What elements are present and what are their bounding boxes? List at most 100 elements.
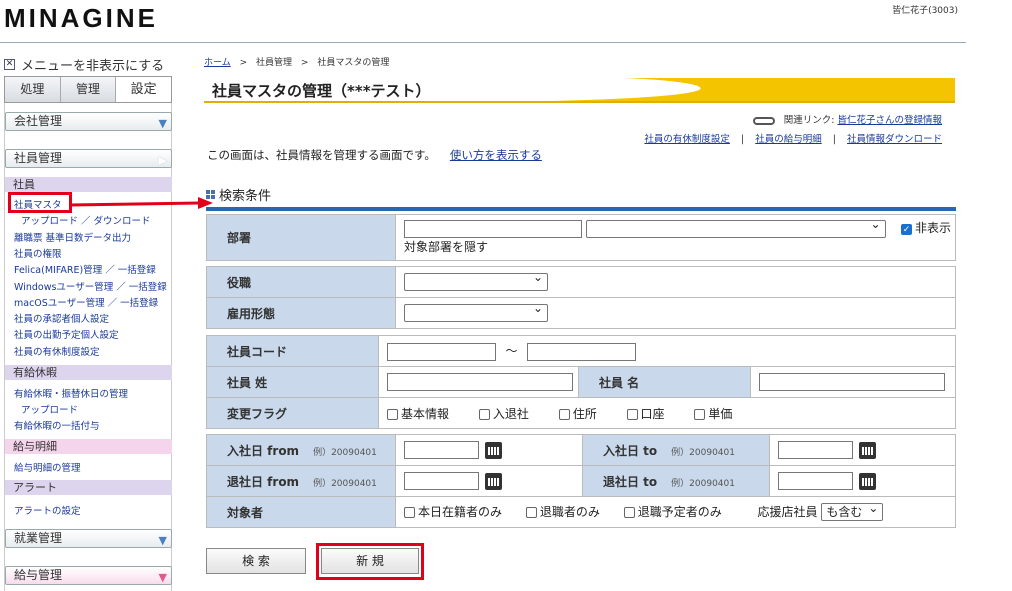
flag-basic-label: 基本情報 (401, 406, 450, 421)
sidebar-company-label: 会社管理 (14, 114, 63, 128)
target-label: 対象者 (206, 496, 396, 528)
dept-select[interactable] (585, 217, 886, 238)
join-to-input[interactable] (778, 441, 853, 459)
howto-link[interactable]: 使い方を表示する (450, 148, 542, 162)
link-icon (752, 116, 775, 125)
flag-price-checkbox[interactable] (694, 408, 706, 420)
employment-label: 雇用形態 (206, 297, 396, 329)
breadcrumb-current: 社員マスタの管理 (317, 58, 390, 68)
related-link-download[interactable]: 社員情報ダウンロード (847, 134, 942, 145)
calendar-icon[interactable] (859, 441, 876, 459)
code-from-input[interactable] (387, 342, 496, 361)
calendar-icon[interactable] (485, 441, 502, 459)
new-button[interactable]: 新 規 (321, 548, 419, 574)
related-link-user[interactable]: 皆仁花子さんの登録情報 (837, 115, 942, 126)
link-windows[interactable]: Windowsユーザー管理 ／ 一括登録 (14, 279, 167, 293)
link-felica[interactable]: Felica(MIFARE)管理 ／ 一括登録 (14, 262, 156, 276)
target-cell: 本日在籍者のみ 退職者のみ 退職予定者のみ 応援店社員 も含む (395, 496, 956, 528)
join-from-cell (395, 434, 583, 466)
join-from-label: 入社日 from 例）20090401 (206, 434, 396, 466)
flag-basic-checkbox[interactable] (387, 408, 398, 420)
last-name-cell (378, 366, 579, 398)
related-link-pay[interactable]: 社員の給与明細 (755, 134, 822, 145)
dept-cell: ✓非表示対象部署を隠す (395, 214, 956, 261)
first-name-cell (750, 366, 956, 398)
employment-select[interactable] (404, 301, 548, 322)
link-upload-download[interactable]: アップロード ／ ダウンロード (21, 213, 151, 227)
code-label: 社員コード (206, 335, 379, 367)
tab-process[interactable]: 処理 (5, 77, 61, 102)
target-planned-label: 退職予定者のみ (637, 504, 722, 519)
sidebar-payroll-label: 給与管理 (14, 568, 63, 582)
link-pay-manage[interactable]: 給与明細の管理 (14, 460, 81, 474)
tab-settings[interactable]: 設定 (116, 77, 172, 102)
link-leave-setting[interactable]: 社員の有休制度設定 (14, 344, 100, 358)
dept-code-input[interactable] (404, 220, 582, 238)
search-button[interactable]: 検 索 (206, 548, 306, 574)
related-link-leave[interactable]: 社員の有休制度設定 (644, 134, 730, 145)
hide-dept-checkbox[interactable]: ✓ (901, 223, 912, 235)
dept-label: 部署 (206, 214, 396, 261)
user-name: 皆仁花子(3003) (892, 6, 958, 16)
date-table: 入社日 from 例）20090401 入社日 to 例）20090401 退社日 … (206, 434, 956, 528)
link-leave-upload[interactable]: アップロード (21, 402, 78, 416)
link-leave-bulk[interactable]: 有給休暇の一括付与 (14, 418, 100, 432)
section-employee: 社員 (5, 177, 172, 192)
position-select[interactable] (404, 270, 548, 291)
calendar-icon[interactable] (859, 472, 876, 490)
last-name-label: 社員 姓 (206, 366, 379, 398)
description-text: この画面は、社員情報を管理する画面です。 (207, 148, 436, 162)
sidebar-payroll[interactable]: 給与管理 ▼ (5, 566, 172, 585)
breadcrumb-mid: 社員管理 (256, 58, 293, 68)
leave-to-input[interactable] (778, 472, 853, 490)
flag-account-checkbox[interactable] (626, 408, 638, 420)
breadcrumb-separator: > (239, 58, 248, 68)
leave-from-input[interactable] (404, 472, 479, 490)
link-separation[interactable]: 離職票 基準日数データ出力 (14, 230, 131, 244)
related-separator: | (832, 134, 836, 145)
link-schedule[interactable]: 社員の出勤予定個人設定 (14, 327, 119, 341)
search-heading-label: 検索条件 (219, 189, 272, 204)
breadcrumb-separator: > (300, 58, 309, 68)
leave-from-label: 退社日 from 例）20090401 (206, 465, 396, 497)
search-heading: 検索条件 (206, 185, 271, 204)
link-alert-setting[interactable]: アラートの設定 (14, 503, 81, 517)
chevron-down-icon: ▼ (158, 534, 167, 547)
last-name-input[interactable] (387, 373, 573, 391)
example-hint: 例）20090401 (313, 478, 377, 489)
leave-from-cell (395, 465, 583, 497)
link-approver[interactable]: 社員の承認者個人設定 (14, 311, 109, 325)
flag-join-label: 入退社 (492, 406, 529, 421)
annotation-arrow (70, 197, 213, 209)
first-name-label: 社員 名 (578, 366, 751, 398)
target-retired-checkbox[interactable] (525, 506, 537, 518)
sidebar-company[interactable]: 会社管理 ▼ (5, 112, 172, 131)
section-pay: 給与明細 (5, 439, 172, 454)
header-divider (0, 42, 966, 43)
flag-address-checkbox[interactable] (558, 408, 570, 420)
tab-manage[interactable]: 管理 (60, 77, 117, 102)
flag-join-checkbox[interactable] (478, 408, 490, 420)
target-planned-checkbox[interactable] (623, 506, 635, 518)
link-permissions[interactable]: 社員の権限 (14, 246, 62, 260)
related-links: 関連リンク: 皆仁花子さんの登録情報 (752, 112, 942, 126)
join-from-input[interactable] (404, 441, 479, 459)
sidebar-employee-mgmt[interactable]: 社員管理 ▶ (5, 149, 172, 168)
link-employee-master[interactable]: 社員マスタ (14, 197, 62, 211)
section-leave: 有給休暇 (5, 365, 172, 380)
first-name-input[interactable] (759, 373, 945, 391)
sidebar: 会社管理 ▼ 社員管理 ▶ 社員 社員マスタ アップロード ／ ダウンロード 離職票… (4, 103, 172, 591)
sidebar-work[interactable]: 就業管理 ▼ (5, 529, 172, 548)
breadcrumb-home[interactable]: ホーム (204, 58, 231, 68)
menu-toggle[interactable]: ✕ メニューを非表示にする (4, 55, 172, 74)
position-table: 役職 雇用形態 (206, 266, 956, 329)
target-current-checkbox[interactable] (404, 506, 415, 518)
chevron-down-icon: ▼ (158, 571, 167, 584)
related-links-row: 社員の有休制度設定 | 社員の給与明細 | 社員情報ダウンロード (644, 131, 942, 145)
link-macos[interactable]: macOSユーザー管理 ／ 一括登録 (14, 295, 158, 309)
support-select[interactable]: も含む (821, 500, 884, 522)
related-separator: | (740, 134, 745, 145)
link-leave-manage[interactable]: 有給休暇・振替休日の管理 (14, 386, 128, 400)
code-to-input[interactable] (527, 342, 637, 361)
calendar-icon[interactable] (485, 472, 502, 490)
